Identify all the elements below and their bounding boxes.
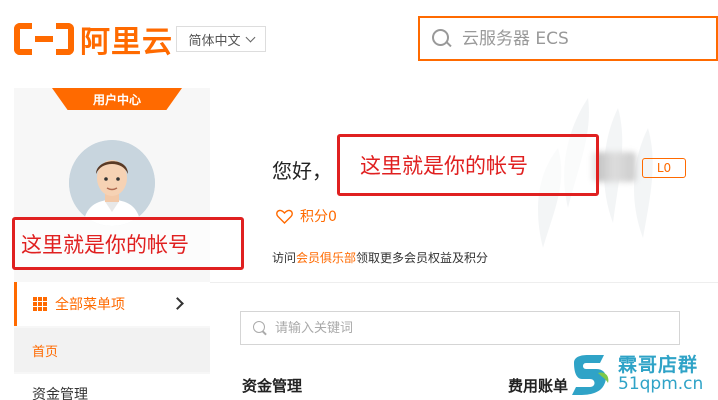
section-title-bill: 费用账单 [508, 377, 569, 395]
account-annotation-right: 这里就是你的帐号 [337, 134, 599, 196]
user-center-tab[interactable]: 用户中心 [52, 88, 182, 110]
all-menu-label: 全部菜单项 [55, 297, 125, 313]
search-icon[interactable] [253, 321, 267, 335]
greeting-text: 您好， [272, 159, 332, 183]
section-title-fund: 资金管理 [242, 377, 303, 395]
language-label: 简体中文 [188, 33, 241, 49]
watermark-logo-icon [572, 355, 609, 395]
points-label: 积分0 [300, 209, 337, 225]
heart-icon [276, 209, 293, 224]
search-bar[interactable] [418, 16, 718, 61]
sidebar-item-label: 资金管理 [32, 387, 88, 400]
sidebar-item-home[interactable]: 首页 [14, 328, 210, 372]
aliyun-logo[interactable]: 阿里云 [14, 20, 173, 60]
membership-hint: 访问会员俱乐部领取更多会员权益及积分 [272, 249, 488, 266]
chevron-right-icon [171, 297, 184, 310]
search-input[interactable] [462, 28, 702, 49]
content-divider [210, 282, 718, 283]
sidebar-item-fund[interactable]: 资金管理 [14, 374, 210, 400]
avatar [69, 140, 155, 226]
grid-menu-icon [33, 297, 47, 311]
visit-suffix: 领取更多会员权益及积分 [356, 251, 489, 265]
keyword-input[interactable] [275, 320, 655, 336]
account-annotation-left: 这里就是你的帐号 [12, 217, 244, 270]
visit-prefix: 访问 [272, 251, 297, 265]
member-level-badge[interactable]: L0 [642, 158, 686, 178]
search-icon[interactable] [432, 28, 452, 49]
chevron-down-icon [245, 32, 255, 42]
logo-text: 阿里云 [80, 25, 173, 60]
aliyun-logo-icon [14, 22, 74, 56]
watermark-title: 霖哥店群 [618, 354, 699, 377]
watermark: 霖哥店群 51qpm.cn [568, 350, 718, 400]
watermark-url: 51qpm.cn [618, 374, 704, 395]
top-header: 阿里云 简体中文 [0, 0, 718, 84]
language-selector[interactable]: 简体中文 [176, 26, 266, 52]
keyword-search-box[interactable] [240, 311, 680, 345]
sidebar-item-label: 首页 [32, 344, 59, 360]
points-link[interactable]: 积分0 [276, 206, 337, 226]
member-club-link[interactable]: 会员俱乐部 [296, 251, 356, 265]
all-menu-button[interactable]: 全部菜单项 [14, 282, 210, 326]
